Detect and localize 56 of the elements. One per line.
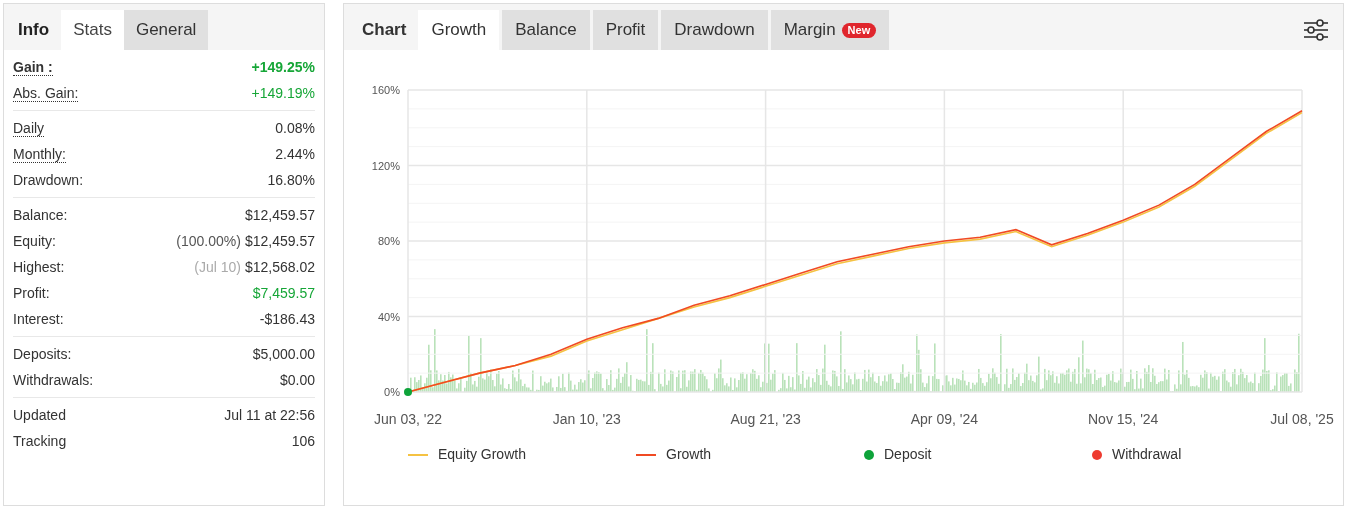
stat-value: -$186.43: [259, 309, 315, 329]
stat-label: Balance:: [13, 205, 68, 225]
x-tick-label: Apr 09, '24: [910, 411, 979, 427]
stat-value: 106: [291, 431, 315, 451]
stat-label: Interest:: [13, 309, 64, 329]
stat-note: (Jul 10): [194, 257, 241, 277]
chart-tab[interactable]: Balance: [502, 10, 590, 50]
legend-label[interactable]: Growth: [666, 444, 712, 465]
settings-icon[interactable]: [1303, 19, 1329, 41]
y-tick-label: 0%: [384, 386, 400, 398]
x-tick-label: Aug 21, '23: [730, 411, 801, 427]
stat-value: +149.19%: [251, 83, 315, 103]
x-tick-label: Jun 03, '22: [373, 411, 443, 427]
stat-label: Profit:: [13, 283, 50, 303]
tab[interactable]: Stats: [61, 10, 124, 50]
chart-tab[interactable]: Margin New: [770, 10, 890, 50]
panel-title: Chart: [361, 19, 408, 42]
y-tick-label: 80%: [377, 235, 400, 247]
y-tick-label: 120%: [371, 159, 400, 172]
x-tick-label: Jul 08, '25: [1270, 411, 1334, 427]
chart-tab[interactable]: Drawdown: [661, 10, 768, 50]
tab[interactable]: General: [123, 10, 209, 50]
legend-label[interactable]: Equity Growth: [438, 444, 526, 465]
stat-label: Drawdown:: [13, 170, 84, 190]
x-tick-label: Nov 15, '24: [1088, 411, 1159, 427]
stat-value: $12,459.57: [244, 231, 315, 251]
stat-label: Tracking: [13, 431, 67, 451]
stat-label: Updated: [13, 405, 66, 425]
stat-label: Highest:: [13, 257, 65, 277]
chart-tab[interactable]: Profit: [592, 10, 659, 50]
deposit-marker: [404, 388, 412, 396]
stat-value: +149.25%: [251, 57, 315, 77]
new-badge: New: [841, 22, 877, 38]
stat-label: Abs. Gain:: [13, 84, 79, 102]
stat-value: $12,568.02: [244, 257, 315, 277]
stat-label: Equity:: [13, 231, 56, 251]
y-tick-label: 160%: [371, 84, 400, 96]
legend-label[interactable]: Withdrawal: [1112, 444, 1182, 465]
y-tick-label: 40%: [377, 310, 400, 323]
stat-note: (100.00%): [176, 231, 241, 251]
stat-label: Monthly:: [13, 145, 66, 163]
chart-tab[interactable]: Growth: [418, 10, 500, 50]
stat-label: Daily: [13, 119, 45, 137]
stat-label: Deposits:: [13, 344, 72, 364]
stat-label: Withdrawals:: [13, 370, 94, 390]
stat-value: 16.80%: [267, 170, 315, 190]
stat-label: Gain :: [13, 58, 53, 76]
stat-value: $5,000.00: [252, 344, 315, 364]
stat-value: 2.44%: [275, 144, 315, 164]
stat-value: Jul 11 at 22:56: [224, 405, 315, 425]
legend-label[interactable]: Deposit: [884, 444, 932, 465]
stat-value: $12,459.57: [244, 205, 315, 225]
stat-value: $7,459.57: [252, 283, 315, 303]
stat-value: 0.08%: [275, 118, 315, 138]
stat-value: $0.00: [279, 370, 315, 390]
x-tick-label: Jan 10, '23: [552, 411, 621, 427]
